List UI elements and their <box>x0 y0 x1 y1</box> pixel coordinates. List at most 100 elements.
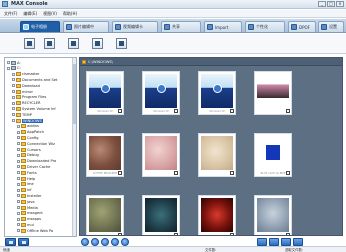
expand-icon[interactable] <box>17 229 20 233</box>
view-thumbnails-button[interactable] <box>257 238 267 246</box>
tree-item[interactable]: System Volume Inf <box>12 106 56 111</box>
expand-icon[interactable] <box>7 61 10 64</box>
tool-button-4[interactable] <box>92 38 103 49</box>
tree-item[interactable]: Help <box>17 176 35 181</box>
thumbnail-checkbox[interactable] <box>230 171 234 175</box>
thumbnail-checkbox[interactable] <box>230 109 234 113</box>
tree-item[interactable]: WINDOWS <box>12 118 43 123</box>
expand-icon[interactable] <box>17 211 20 215</box>
tree-item[interactable]: Installer <box>17 193 42 198</box>
thumbnail-card[interactable] <box>198 133 236 177</box>
tree-item[interactable]: RECYCLER <box>12 101 41 106</box>
tab-personalize[interactable]: 个性化 <box>245 21 285 32</box>
thumbnail-card[interactable]: Windows XP <box>86 71 124 115</box>
expand-icon[interactable] <box>17 177 20 180</box>
expand-icon[interactable] <box>17 124 20 128</box>
tree-item[interactable]: ime <box>17 182 34 187</box>
view-slideshow-button[interactable] <box>293 238 303 246</box>
tab-album[interactable]: 电子相册 <box>20 21 60 32</box>
expand-icon[interactable] <box>12 84 15 88</box>
expand-icon[interactable] <box>17 223 20 227</box>
tool-button-2[interactable] <box>44 38 55 49</box>
thumbnail-card[interactable] <box>254 71 292 115</box>
tab-video-edit[interactable]: 视频编辑卡 <box>112 21 158 32</box>
tab-settings[interactable]: 设置 <box>318 21 344 32</box>
tree-item[interactable]: addins <box>17 124 39 129</box>
nav-last-button[interactable] <box>121 238 129 246</box>
tree-item[interactable]: AppPatch <box>17 130 44 135</box>
nav-prev-button[interactable] <box>91 238 99 246</box>
menu-help[interactable]: 帮助(H) <box>63 11 77 17</box>
tree-item[interactable]: inf <box>17 188 32 193</box>
view-zoom-button[interactable] <box>281 238 291 246</box>
expand-icon[interactable] <box>17 142 20 146</box>
tree-item[interactable]: Cursors <box>17 147 41 152</box>
thumbnail-card[interactable]: COFFEE BEAN.BMP <box>86 133 124 177</box>
view-list-button[interactable] <box>269 238 279 246</box>
expand-icon[interactable] <box>7 66 10 70</box>
expand-icon[interactable] <box>12 119 15 122</box>
expand-icon[interactable] <box>12 90 15 93</box>
expand-icon[interactable] <box>17 130 20 134</box>
expand-icon[interactable] <box>17 206 20 209</box>
thumbnail-card[interactable] <box>86 195 124 235</box>
maximize-button[interactable]: □ <box>327 1 335 7</box>
nav-first-button[interactable] <box>81 238 89 246</box>
folder-tree[interactable]: A: C: clsmaster Documents and Set Download mi… <box>4 57 77 237</box>
expand-icon[interactable] <box>12 101 15 105</box>
tree-action-button-2[interactable] <box>18 238 29 246</box>
thumbnail-card[interactable] <box>142 195 180 235</box>
thumbnail-card[interactable] <box>142 133 180 177</box>
tree-item[interactable]: mui <box>17 222 34 227</box>
tree-item[interactable]: Downloaded Pro <box>17 159 56 164</box>
expand-icon[interactable] <box>17 200 20 204</box>
thumbnail-checkbox[interactable] <box>174 109 178 113</box>
tab-dpof[interactable]: DPOF <box>288 21 316 32</box>
menu-view[interactable]: 视图(V) <box>43 11 57 17</box>
tree-scrollbar[interactable] <box>72 58 76 236</box>
nav-play-button[interactable] <box>101 238 109 246</box>
minimize-button[interactable]: _ <box>318 1 326 7</box>
tab-photo-edit[interactable]: 照片编辑中 <box>63 21 109 32</box>
tree-item[interactable]: clsmaster <box>12 72 40 77</box>
expand-icon[interactable] <box>17 217 20 221</box>
expand-icon[interactable] <box>17 194 20 198</box>
tree-item[interactable]: TEMP <box>12 112 32 117</box>
tool-button-5[interactable] <box>116 38 127 49</box>
thumbnail-checkbox[interactable] <box>230 233 234 235</box>
tree-item[interactable]: java <box>17 199 35 204</box>
thumbnail-card[interactable]: Windows XP <box>198 71 236 115</box>
tab-import[interactable]: Import <box>204 21 242 32</box>
expand-icon[interactable] <box>17 188 20 192</box>
expand-icon[interactable] <box>17 148 20 151</box>
thumbnail-checkbox[interactable] <box>286 171 290 175</box>
thumbnail-checkbox[interactable] <box>174 233 178 235</box>
tree-item[interactable]: Download <box>12 83 40 88</box>
expand-icon[interactable] <box>12 72 15 76</box>
thumbnail-card[interactable] <box>254 195 292 235</box>
thumbnail-card[interactable]: BLUE LACE 16.BMP <box>254 133 292 177</box>
expand-icon[interactable] <box>12 78 15 82</box>
thumbnail-card[interactable] <box>198 195 236 235</box>
thumbnail-card[interactable]: Windows XP <box>142 71 180 115</box>
close-button[interactable]: × <box>336 1 344 7</box>
tool-button-1[interactable] <box>24 38 35 49</box>
tree-item[interactable]: Fonts <box>17 170 37 175</box>
thumbnail-checkbox[interactable] <box>286 233 290 235</box>
thumbnail-checkbox[interactable] <box>286 109 290 113</box>
nav-next-button[interactable] <box>111 238 119 246</box>
tree-item[interactable]: Driver Cache <box>17 164 50 169</box>
expand-icon[interactable] <box>17 159 20 163</box>
expand-icon[interactable] <box>17 182 20 186</box>
tree-item[interactable]: Media <box>17 205 38 210</box>
thumbnail-checkbox[interactable] <box>118 233 122 235</box>
tree-item[interactable]: C: <box>7 66 21 71</box>
tree-item[interactable]: Connection Wiz <box>17 141 55 146</box>
expand-icon[interactable] <box>17 153 20 157</box>
tree-item[interactable]: mirror <box>12 89 33 94</box>
thumbnail-checkbox[interactable] <box>118 109 122 113</box>
menu-edit[interactable]: 编辑(E) <box>23 11 37 17</box>
thumbnail-checkbox[interactable] <box>174 171 178 175</box>
expand-icon[interactable] <box>12 95 15 99</box>
expand-icon[interactable] <box>17 171 20 175</box>
